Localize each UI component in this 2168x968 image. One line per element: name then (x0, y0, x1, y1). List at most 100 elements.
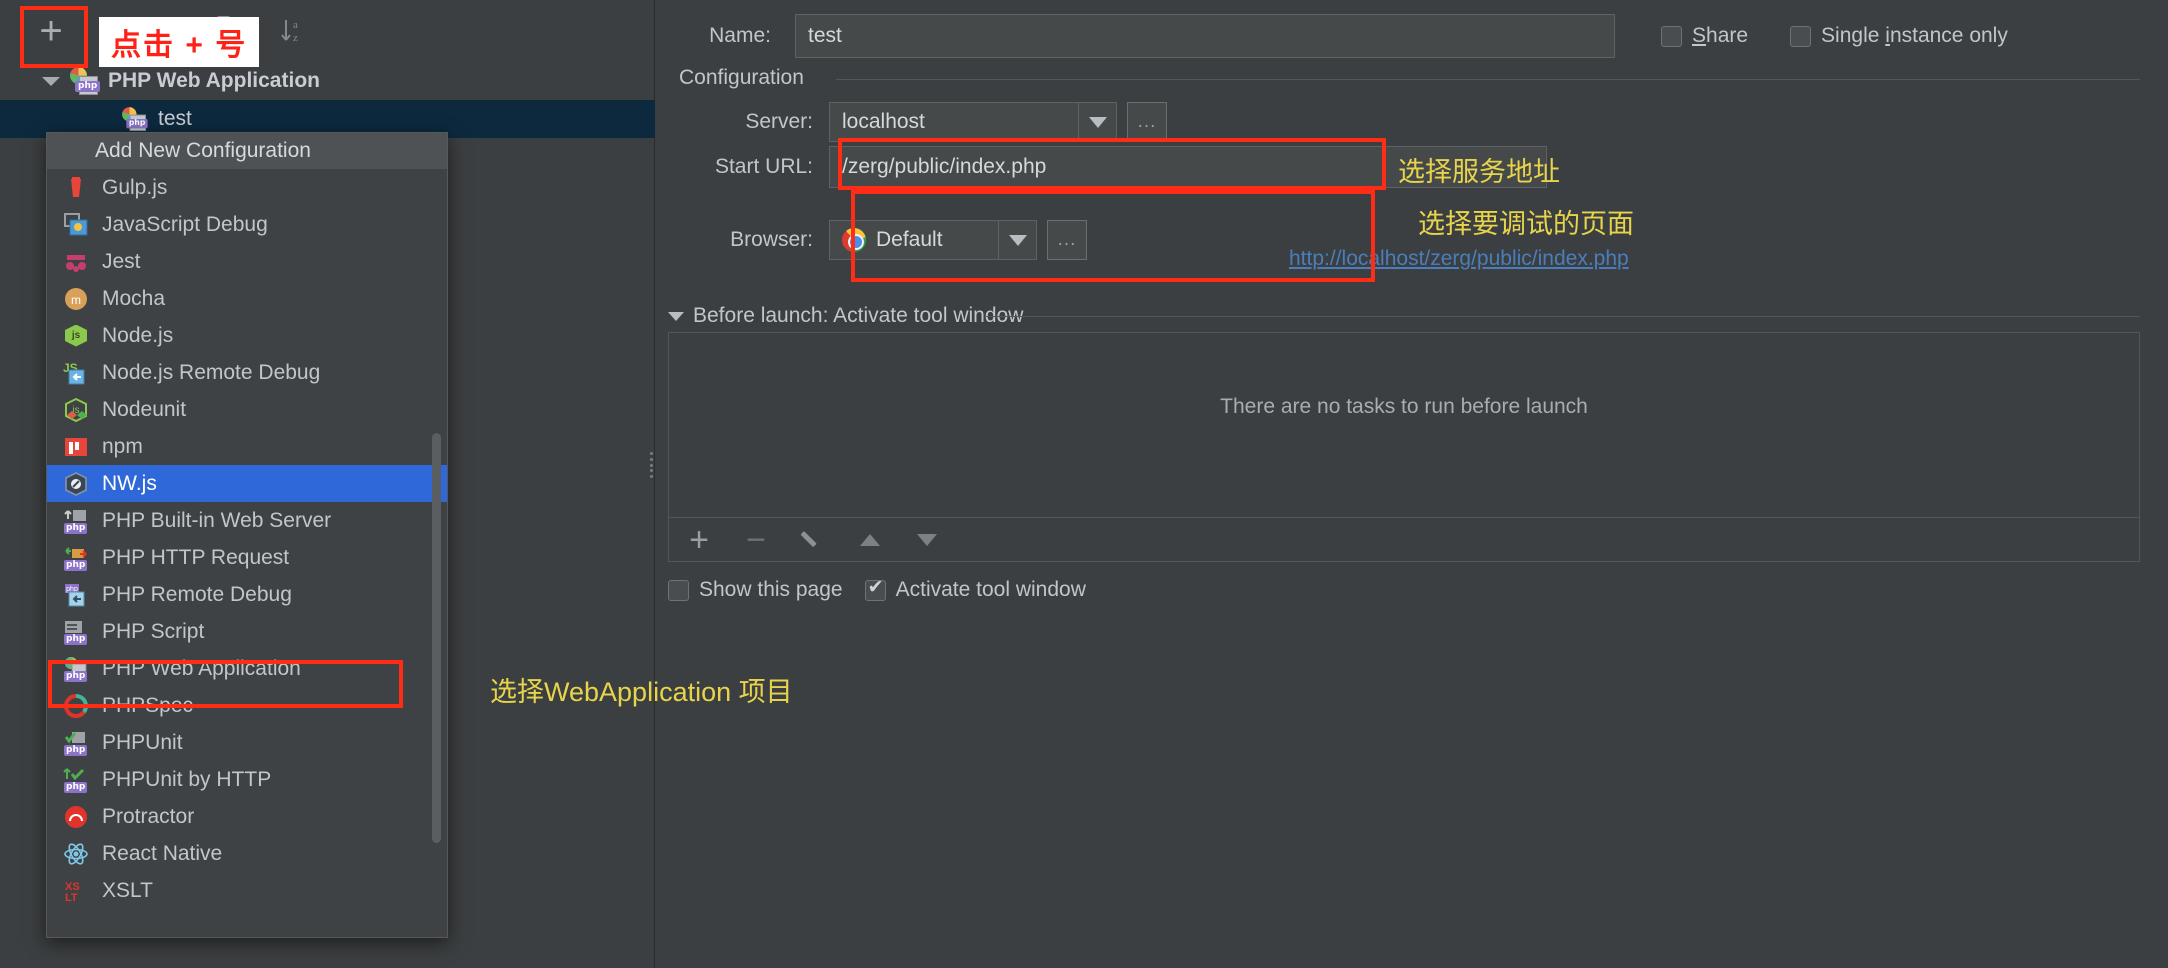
tree-group-php-web-application[interactable]: php PHP Web Application (0, 62, 655, 100)
menu-item-node-js-remote-debug[interactable]: JS Node.js Remote Debug (47, 354, 447, 391)
menu-item-php-http-request[interactable]: php PHP HTTP Request (47, 539, 447, 576)
menu-item-php-web-application[interactable]: php PHP Web Application (47, 650, 447, 687)
server-label: Server: (745, 110, 813, 133)
name-input[interactable] (795, 14, 1615, 58)
menu-item-label: Protractor (102, 804, 195, 828)
browser-browse-button[interactable]: ... (1047, 220, 1087, 260)
before-launch-title: Before launch: Activate tool window (693, 304, 1024, 327)
before-launch-empty-message: There are no tasks to run before launch (1220, 395, 1588, 418)
menu-item-xslt[interactable]: XS LT XSLT (47, 872, 447, 909)
php-web-icon: php (63, 656, 89, 682)
menu-item-label: PHPSpec (102, 693, 194, 717)
menu-item-label: PHPUnit by HTTP (102, 767, 272, 791)
before-launch-header[interactable]: Before launch: Activate tool window (668, 304, 1023, 328)
browser-combobox[interactable]: Default (829, 220, 1037, 260)
popup-title: Add New Configuration (47, 133, 447, 169)
react-native-icon (63, 841, 89, 867)
annotation-choose-server-address: 选择服务地址 (1398, 157, 1560, 187)
menu-item-phpunit[interactable]: php PHPUnit (47, 724, 447, 761)
show-this-page-checkbox[interactable] (668, 579, 689, 601)
before-launch-task-list[interactable]: There are no tasks to run before launch (668, 332, 2140, 518)
menu-item-npm[interactable]: npm (47, 428, 447, 465)
annotation-choose-webapplication: 选择WebApplication 项目 (490, 677, 793, 707)
single-instance-checkbox[interactable] (1790, 25, 1812, 47)
group-divider (836, 79, 2140, 80)
menu-item-php-script[interactable]: php PHP Script (47, 613, 447, 650)
popup-scrollbar[interactable] (432, 433, 441, 843)
menu-item-label: npm (102, 434, 143, 458)
edit-task-icon[interactable] (799, 526, 827, 554)
configurations-tree: php PHP Web Application php test (0, 62, 655, 138)
single-instance-label: Single instance only (1821, 24, 2008, 47)
xslt-icon: XS LT (63, 878, 89, 904)
menu-item-protractor[interactable]: Protractor (47, 798, 447, 835)
activate-tool-window-checkbox[interactable] (864, 576, 886, 601)
share-checkbox-row[interactable]: Share (1661, 24, 1748, 48)
menu-item-phpspec[interactable]: PHPSpec (47, 687, 447, 724)
menu-item-nodeunit[interactable]: js Nodeunit (47, 391, 447, 428)
chevron-down-icon[interactable] (1078, 103, 1116, 141)
menu-item-nw-js[interactable]: NW.js (47, 465, 447, 502)
menu-item-react-native[interactable]: React Native (47, 835, 447, 872)
remove-task-button[interactable]: − (742, 523, 770, 557)
name-row: Name: Share Single instance only (679, 14, 2139, 58)
phpunit-http-icon: php (63, 767, 89, 793)
activate-tool-window-row[interactable]: Activate tool window (864, 576, 1086, 602)
bottom-checkboxes: Show this page Activate tool window (668, 576, 1086, 602)
menu-item-label: Node.js (102, 323, 174, 347)
add-configuration-button[interactable]: + (34, 11, 68, 51)
menu-item-gulp-js[interactable]: Gulp.js (47, 169, 447, 206)
menu-item-label: PHP Script (102, 619, 205, 643)
phpspec-icon (63, 693, 89, 719)
menu-item-label: PHPUnit (102, 730, 183, 754)
php-http-icon: php (63, 545, 89, 571)
menu-item-mocha[interactable]: m Mocha (47, 280, 447, 317)
protractor-icon (63, 804, 89, 830)
menu-item-label: JavaScript Debug (102, 212, 268, 236)
move-task-up-icon[interactable] (856, 526, 884, 554)
activate-tool-window-label: Activate tool window (895, 578, 1086, 601)
expand-arrow-icon[interactable] (42, 76, 60, 86)
sort-az-glyph: a z (281, 19, 298, 44)
menu-item-label: PHP Built-in Web Server (102, 508, 332, 532)
svg-text:a: a (293, 19, 298, 31)
panel-splitter-handle[interactable] (650, 452, 656, 478)
menu-item-jest[interactable]: Jest (47, 243, 447, 280)
menu-item-label: Jest (102, 249, 141, 273)
before-launch-divider (986, 316, 2140, 317)
sort-alphabetically-icon[interactable]: a z (274, 14, 308, 48)
menu-item-label: PHP Web Application (102, 656, 301, 680)
collapse-arrow-icon[interactable] (668, 311, 684, 321)
add-task-button[interactable]: + (685, 523, 713, 557)
menu-item-label: Gulp.js (102, 175, 168, 199)
menu-item-phpunit-by-http[interactable]: php PHPUnit by HTTP (47, 761, 447, 798)
nodejs-remote-icon: JS (63, 360, 89, 386)
menu-item-php-remote-debug[interactable]: php PHP Remote Debug (47, 576, 447, 613)
move-task-down-icon[interactable] (913, 526, 941, 554)
browser-value: Default (876, 228, 943, 251)
php-remote-icon: php (63, 582, 89, 608)
annotation-click-plus: 点击 + 号 (99, 17, 260, 67)
javascript-debug-icon (63, 212, 89, 238)
resolved-url-link[interactable]: http://localhost/zerg/public/index.php (1289, 247, 1629, 271)
before-launch-toolbar: + − (668, 518, 2140, 562)
svg-text:LT: LT (65, 892, 78, 904)
phpunit-icon: php (63, 730, 89, 756)
menu-item-node-js[interactable]: js Node.js (47, 317, 447, 354)
share-checkbox[interactable] (1661, 25, 1682, 47)
menu-item-label: XSLT (102, 878, 153, 902)
chevron-down-icon[interactable] (998, 221, 1036, 259)
menu-item-javascript-debug[interactable]: JavaScript Debug (47, 206, 447, 243)
configuration-type-list[interactable]: Gulp.js JavaScript Debug Jest m Mocha js Node.… (47, 169, 447, 909)
menu-item-label: Nodeunit (102, 397, 187, 421)
single-instance-checkbox-row[interactable]: Single instance only (1790, 24, 2008, 48)
php-web-application-icon: php (122, 107, 148, 131)
server-browse-button[interactable]: ... (1127, 102, 1167, 142)
menu-item-php-built-in-web-server[interactable]: php PHP Built-in Web Server (47, 502, 447, 539)
svg-text:z: z (293, 32, 298, 44)
chrome-icon (842, 228, 866, 252)
show-this-page-row[interactable]: Show this page (668, 578, 843, 602)
tree-group-label: PHP Web Application (108, 69, 320, 92)
run-configurations-left-panel: + − ▼ a z php PHP Web Application (0, 0, 655, 968)
server-combobox[interactable]: localhost (829, 102, 1117, 142)
